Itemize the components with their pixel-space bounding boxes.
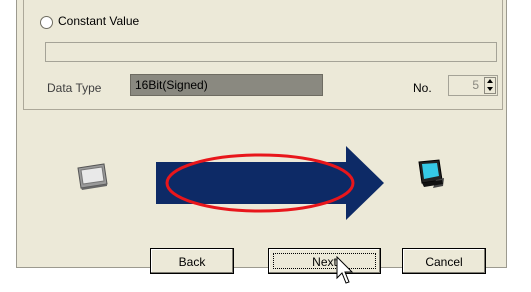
transfer-arrow [156,146,384,220]
no-value: 5 [472,78,479,92]
constant-value-radio[interactable] [40,16,53,29]
data-type-label: Data Type [47,81,102,95]
back-button[interactable]: Back [150,248,234,274]
data-type-select[interactable]: 16Bit(Signed) [130,74,323,96]
pc-monitor-icon [418,159,444,188]
cancel-button[interactable]: Cancel [402,248,486,274]
spin-down-icon[interactable] [487,87,493,91]
cursor-icon [336,256,354,284]
wizard-dialog: Constant Value Data Type 16Bit(Signed) N… [16,0,507,268]
focus-rect [273,253,376,269]
constant-value-label[interactable]: Constant Value [58,14,139,28]
constant-value-input[interactable] [45,42,497,62]
display-panel-icon [77,163,108,190]
next-button[interactable]: Next [268,248,381,274]
no-spinner[interactable]: 5 [448,75,498,96]
spinner-buttons[interactable] [484,77,496,94]
settings-group: Constant Value Data Type 16Bit(Signed) N… [23,0,503,110]
spin-up-icon[interactable] [487,79,493,83]
no-label: No. [413,81,432,95]
